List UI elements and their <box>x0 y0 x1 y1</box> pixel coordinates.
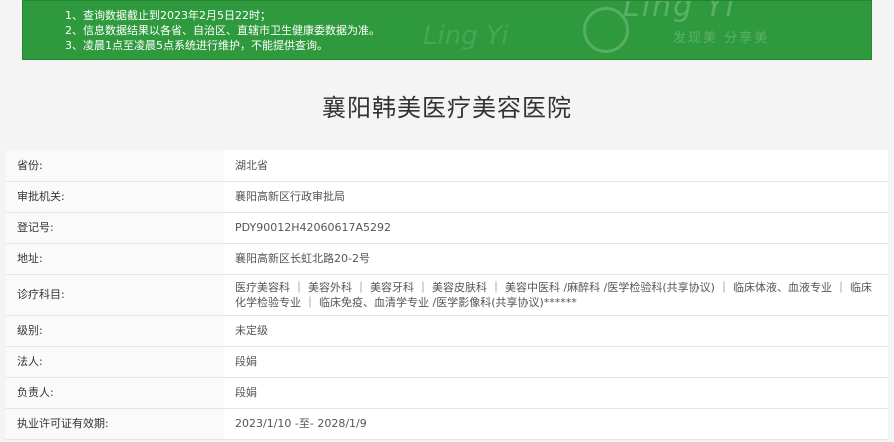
label-departments: 诊疗科目: <box>6 274 224 316</box>
page-title: 襄阳韩美医疗美容医院 <box>322 94 572 122</box>
label-registration-number: 登记号: <box>6 212 224 244</box>
hospital-info-table: 省份: 湖北省 审批机关: 襄阳高新区行政审批局 登记号: PDY90012H4… <box>6 150 888 440</box>
label-person-in-charge: 负责人: <box>6 377 224 409</box>
info-row-person-in-charge: 负责人: 段娟 <box>6 377 888 409</box>
info-row-license-validity: 执业许可证有效期: 2023/1/10 -至- 2028/1/9 <box>6 408 888 440</box>
value-departments: 医疗美容科 ｜ 美容外科 ｜ 美容牙科 ｜ 美容皮肤科 ｜ 美容中医科 /麻醉科… <box>224 274 888 316</box>
info-row-approval-authority: 审批机关: 襄阳高新区行政审批局 <box>6 181 888 213</box>
value-level: 未定级 <box>224 315 888 347</box>
label-approval-authority: 审批机关: <box>6 181 224 213</box>
info-row-departments: 诊疗科目: 医疗美容科 ｜ 美容外科 ｜ 美容牙科 ｜ 美容皮肤科 ｜ 美容中医… <box>6 274 888 316</box>
value-approval-authority: 襄阳高新区行政审批局 <box>224 181 888 213</box>
label-province: 省份: <box>6 150 224 182</box>
notice-line-2: 2、信息数据结果以各省、自治区、直辖市卫生健康委数据为准。 <box>65 24 380 37</box>
value-registration-number: PDY90012H42060617A5292 <box>224 212 888 244</box>
label-legal-person: 法人: <box>6 346 224 378</box>
notice-banner: Ling Yi 发现美 分享美 Ling Yi 1、查询数据截止到2023年2月… <box>22 0 872 60</box>
notice-line-1: 1、查询数据截止到2023年2月5日22时； <box>65 9 271 22</box>
value-license-validity: 2023/1/10 -至- 2028/1/9 <box>224 408 888 440</box>
label-license-validity: 执业许可证有效期: <box>6 408 224 440</box>
info-row-address: 地址: 襄阳高新区长虹北路20-2号 <box>6 243 888 275</box>
notice-line-3: 3、凌晨1点至凌晨5点系统进行维护，不能提供查询。 <box>65 39 328 52</box>
value-person-in-charge: 段娟 <box>224 377 888 409</box>
label-level: 级别: <box>6 315 224 347</box>
label-address: 地址: <box>6 243 224 275</box>
value-legal-person: 段娟 <box>224 346 888 378</box>
info-row-level: 级别: 未定级 <box>6 315 888 347</box>
info-row-registration-number: 登记号: PDY90012H42060617A5292 <box>6 212 888 244</box>
info-row-province: 省份: 湖北省 <box>6 150 888 182</box>
info-row-legal-person: 法人: 段娟 <box>6 346 888 378</box>
value-address: 襄阳高新区长虹北路20-2号 <box>224 243 888 275</box>
value-province: 湖北省 <box>224 150 888 182</box>
